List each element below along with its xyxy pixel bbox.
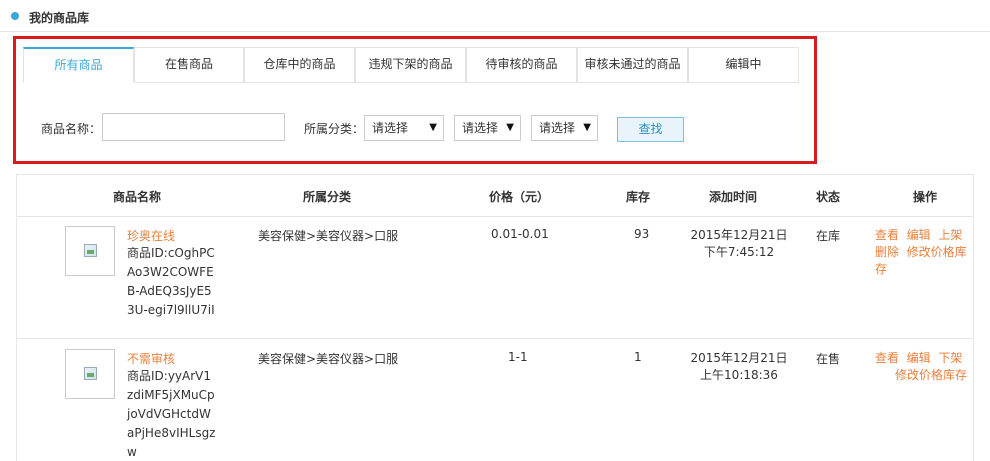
added-date: 2015年12月21日: [690, 228, 788, 242]
category-select-2-value: 请选择: [462, 121, 499, 135]
product-added-time: 2015年12月21日 上午10:18:36: [684, 350, 794, 384]
row-actions: 查看 编辑 上架 删除 修改价格库存: [875, 227, 971, 278]
column-header-stock: 库存: [626, 190, 651, 204]
column-header-price: 价格（元）: [489, 190, 550, 204]
product-price: 1-1: [508, 350, 528, 364]
tab-review-failed[interactable]: 审核未通过的商品: [577, 47, 688, 83]
tab-editing[interactable]: 编辑中: [688, 47, 799, 83]
product-thumbnail[interactable]: [65, 226, 115, 276]
view-link[interactable]: 查看: [875, 228, 899, 242]
broken-image-icon: [84, 244, 97, 257]
table-row: 珍奥在线 商品ID:cOghPCAo3W2COWFEB-AdEQ3sJyE53U…: [17, 217, 973, 339]
filter-panel: 所有商品 在售商品 仓库中的商品 违规下架的商品 待审核的商品 审核未通过的商品…: [13, 36, 817, 164]
edit-link[interactable]: 编辑: [907, 351, 931, 365]
product-name-link[interactable]: 珍奥在线: [127, 227, 175, 244]
column-header-added-time: 添加时间: [709, 190, 758, 204]
product-name-input[interactable]: [102, 113, 285, 141]
category-select-3-value: 请选择: [539, 121, 576, 135]
take-off-shelf-link[interactable]: 下架: [938, 351, 962, 365]
tab-violation-removed[interactable]: 违规下架的商品: [355, 47, 466, 83]
product-price: 0.01-0.01: [491, 227, 549, 241]
tab-pending-review[interactable]: 待审核的商品: [466, 47, 577, 83]
page-header: 我的商品库: [0, 0, 990, 32]
product-table: 商品名称 所属分类 价格（元） 库存 添加时间 状态 操作 珍奥在线 商品ID:…: [16, 174, 974, 461]
table-row: 不需审核 商品ID:yyArV1zdiMF5jXMuCpjoVdVGHctdWa…: [17, 339, 973, 461]
added-clock: 下午7:45:12: [703, 245, 775, 259]
column-header-status: 状态: [816, 190, 841, 204]
tab-all-products[interactable]: 所有商品: [23, 47, 134, 83]
category-label: 所属分类：: [304, 122, 365, 136]
product-name-label: 商品名称：: [41, 122, 102, 136]
product-id: 商品ID:yyArV1zdiMF5jXMuCpjoVdVGHctdWaPjHe8…: [127, 369, 216, 459]
page-title: 我的商品库: [29, 11, 90, 25]
edit-price-stock-link[interactable]: 修改价格库存: [895, 368, 967, 382]
column-header-name: 商品名称: [113, 190, 162, 204]
added-date: 2015年12月21日: [690, 351, 788, 365]
product-added-time: 2015年12月21日 下午7:45:12: [684, 227, 794, 261]
tab-bar: 所有商品 在售商品 仓库中的商品 违规下架的商品 待审核的商品 审核未通过的商品…: [23, 47, 801, 83]
added-clock: 上午10:18:36: [700, 368, 778, 382]
product-id: 商品ID:cOghPCAo3W2COWFEB-AdEQ3sJyE53U-egi7…: [127, 246, 215, 317]
search-button[interactable]: 查找: [617, 117, 684, 142]
chevron-down-icon: ▼: [429, 122, 437, 133]
category-select-1[interactable]: 请选择 ▼: [364, 115, 444, 141]
column-header-category: 所属分类: [303, 190, 352, 204]
product-name-link[interactable]: 不需审核: [127, 350, 175, 367]
product-status: 在库: [816, 229, 841, 243]
category-select-2[interactable]: 请选择 ▼: [454, 115, 521, 141]
product-status: 在售: [816, 352, 841, 366]
tab-on-sale[interactable]: 在售商品: [134, 47, 244, 83]
category-select-1-value: 请选择: [372, 121, 409, 135]
row-actions: 查看 编辑 下架 修改价格库存: [875, 350, 971, 384]
product-stock: 1: [634, 350, 642, 364]
title-bullet-icon: [11, 12, 19, 20]
product-category: 美容保健>美容仪器>口服: [258, 229, 399, 243]
category-select-3[interactable]: 请选择 ▼: [531, 115, 598, 141]
product-stock: 93: [634, 227, 650, 241]
chevron-down-icon: ▼: [583, 122, 591, 133]
delete-link[interactable]: 删除: [875, 245, 899, 259]
broken-image-icon: [84, 367, 97, 380]
table-header: 商品名称 所属分类 价格（元） 库存 添加时间 状态 操作: [17, 175, 973, 217]
column-header-actions: 操作: [913, 190, 938, 204]
chevron-down-icon: ▼: [506, 122, 514, 133]
edit-link[interactable]: 编辑: [907, 228, 931, 242]
list-on-shelf-link[interactable]: 上架: [938, 228, 962, 242]
tab-in-warehouse[interactable]: 仓库中的商品: [244, 47, 355, 83]
search-row: 商品名称： 所属分类： 请选择 ▼ 请选择 ▼ 请选择 ▼ 查找: [16, 111, 814, 142]
view-link[interactable]: 查看: [875, 351, 899, 365]
product-category: 美容保健>美容仪器>口服: [258, 352, 399, 366]
product-thumbnail[interactable]: [65, 349, 115, 399]
